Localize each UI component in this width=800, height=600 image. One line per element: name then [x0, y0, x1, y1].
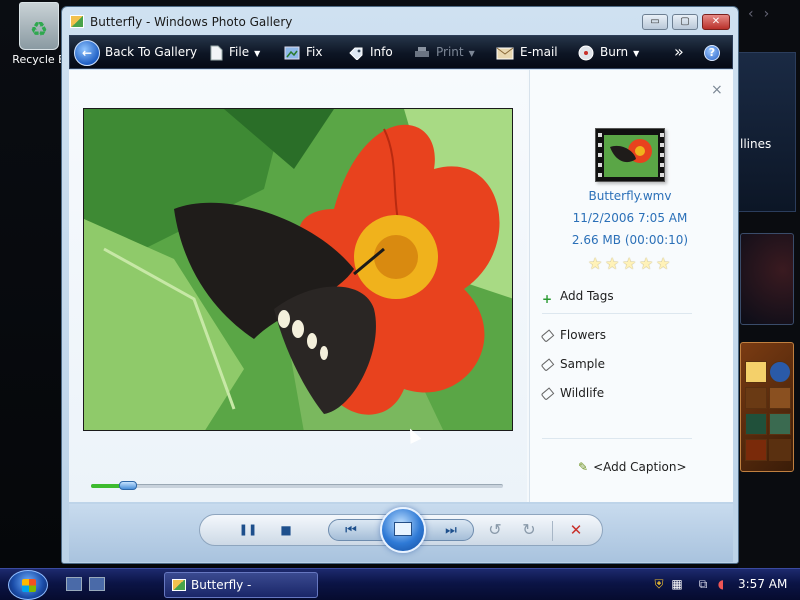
windows-logo-icon: [22, 579, 36, 592]
photo-gallery-icon: [172, 579, 186, 591]
video-thumbnail: [595, 128, 665, 182]
photo-gallery-window: Butterfly - Windows Photo Gallery ▭ ▢ ✕ …: [61, 6, 739, 564]
chevron-down-icon: ▼: [633, 49, 640, 58]
stop-button[interactable]: ■: [274, 515, 298, 545]
maximize-button[interactable]: ▢: [672, 14, 698, 30]
star-5-icon[interactable]: ★: [656, 254, 670, 273]
burn-disc-icon: [578, 45, 594, 60]
taskbar: Butterfly - Windows... ⛨ ▦ ⧉ ◖ 3:57 AM: [0, 568, 800, 600]
recycle-bin-label: Recycle B: [12, 53, 66, 66]
info-pane: × Butterfly.wmv 11/2/2006 7:05 AM 2.66 M…: [529, 70, 733, 502]
chevron-down-icon: ▼: [468, 49, 475, 58]
more-commands-button[interactable]: »: [674, 36, 684, 68]
start-button[interactable]: [8, 570, 48, 600]
tag-info-icon: [349, 47, 363, 60]
content-area: × Butterfly.wmv 11/2/2006 7:05 AM 2.66 M…: [69, 70, 733, 502]
help-button[interactable]: ?: [704, 36, 720, 68]
divider: [542, 313, 692, 314]
add-tags-button[interactable]: + Add Tags: [542, 289, 614, 306]
back-arrow-icon: ←: [74, 39, 100, 66]
star-2-icon[interactable]: ★: [605, 254, 619, 273]
next-button[interactable]: ⏭: [439, 516, 463, 546]
printer-icon: [415, 46, 429, 57]
back-to-gallery-button[interactable]: ← Back To Gallery: [74, 36, 197, 68]
playback-controls: ❚❚ ■ ⏮ ⏭ ↺ ↻ ✕: [69, 504, 733, 562]
tag-icon: [540, 328, 555, 343]
tag-item-sample[interactable]: Sample: [540, 357, 605, 372]
pencil-icon: ✎: [578, 460, 589, 474]
chevron-down-icon: ▼: [254, 49, 261, 58]
sidebar-controls[interactable]: ‹ ›: [738, 6, 800, 36]
file-date[interactable]: 11/2/2006 7:05 AM: [530, 211, 730, 225]
security-shield-icon[interactable]: ⛨: [652, 577, 666, 591]
film-strip-icon: [596, 129, 664, 181]
close-info-pane-button[interactable]: ×: [711, 82, 723, 98]
info-button[interactable]: Info: [348, 36, 393, 68]
taskbar-button-photo-gallery[interactable]: Butterfly - Windows...: [164, 572, 318, 598]
file-menu-button[interactable]: File ▼: [210, 36, 260, 68]
volume-muted-icon[interactable]: ◖: [714, 577, 728, 591]
picture-puzzle-gadget[interactable]: [740, 342, 794, 472]
previous-button[interactable]: ⏮: [339, 516, 363, 546]
rotate-counterclockwise-button[interactable]: ↺: [484, 515, 506, 545]
recycle-bin-icon: [19, 2, 59, 50]
help-icon: ?: [704, 45, 720, 61]
windows-sidebar: ‹ › llines: [738, 0, 800, 568]
system-tray: ⛨ ▦ ⧉ ◖ 3:57 AM: [646, 573, 796, 597]
pause-button[interactable]: ❚❚: [236, 515, 260, 545]
network-icon[interactable]: ⧉: [696, 577, 710, 591]
tag-item-wildlife[interactable]: Wildlife: [540, 386, 604, 401]
title-bar[interactable]: Butterfly - Windows Photo Gallery ▭ ▢ ✕: [62, 7, 738, 35]
windows-update-icon[interactable]: ▦: [670, 577, 684, 591]
burn-menu-button[interactable]: Burn ▼: [578, 36, 639, 68]
add-caption-button[interactable]: ✎ <Add Caption>: [578, 460, 687, 474]
taskbar-clock[interactable]: 3:57 AM: [738, 577, 787, 591]
email-icon: [496, 47, 514, 59]
news-gadget[interactable]: llines: [738, 52, 796, 212]
slideshow-icon: [394, 522, 412, 536]
news-gadget-text: llines: [740, 137, 772, 151]
file-icon: [210, 45, 223, 60]
file-size: 2.66 MB (00:00:10): [571, 233, 689, 247]
butterfly-image: [84, 109, 512, 430]
fix-button[interactable]: Fix: [284, 36, 322, 68]
add-tag-icon: +: [542, 291, 553, 306]
video-viewer: [69, 70, 527, 502]
show-desktop-icon[interactable]: [66, 577, 82, 591]
toolbar: ← Back To Gallery File ▼ Fix Info Print ▼ E…: [69, 35, 733, 69]
tag-icon: [540, 357, 555, 372]
window-title: Butterfly - Windows Photo Gallery: [90, 15, 293, 29]
fix-icon: [284, 46, 300, 59]
slideshow-button[interactable]: [380, 507, 426, 553]
tag-item-flowers[interactable]: Flowers: [540, 328, 606, 343]
switch-windows-icon[interactable]: [89, 577, 105, 591]
divider: [552, 521, 553, 541]
minimize-button[interactable]: ▭: [642, 14, 668, 30]
photo-gallery-icon: [70, 15, 84, 28]
close-button[interactable]: ✕: [702, 14, 730, 30]
star-rating[interactable]: ★ ★ ★ ★ ★: [588, 254, 678, 273]
email-button[interactable]: E-mail: [496, 36, 558, 68]
controls-capsule: ❚❚ ■ ⏮ ⏭ ↺ ↻ ✕: [199, 507, 603, 553]
file-name-link[interactable]: Butterfly.wmv: [530, 189, 730, 203]
divider: [542, 438, 692, 439]
print-button[interactable]: Print ▼: [414, 36, 475, 68]
delete-button[interactable]: ✕: [564, 515, 588, 545]
rotate-clockwise-button[interactable]: ↻: [518, 515, 540, 545]
star-4-icon[interactable]: ★: [639, 254, 653, 273]
star-3-icon[interactable]: ★: [622, 254, 636, 273]
video-frame-butterfly[interactable]: [83, 108, 513, 431]
tag-icon: [540, 386, 555, 401]
seek-bar[interactable]: [91, 481, 503, 490]
star-1-icon[interactable]: ★: [588, 254, 602, 273]
seek-bar-thumb[interactable]: [119, 481, 138, 490]
clock-gadget[interactable]: [740, 233, 794, 325]
